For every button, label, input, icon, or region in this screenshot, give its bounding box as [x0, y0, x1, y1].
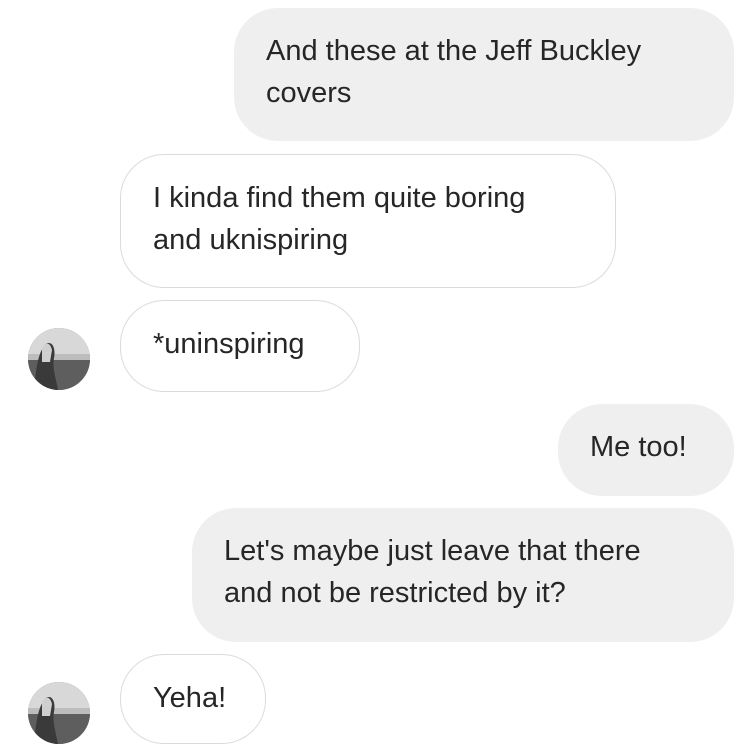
message-text: *uninspiring	[153, 328, 305, 360]
message-bubble-incoming[interactable]: *uninspiring	[120, 300, 360, 392]
message-text: And these at the Jeff Buckley	[266, 35, 642, 67]
message-text: covers	[266, 77, 352, 109]
message-text: and not be restricted by it?	[224, 577, 566, 609]
message-bubble-outgoing[interactable]: And these at the Jeff Buckley covers	[234, 8, 734, 141]
message-text: Let's maybe just leave that there	[224, 535, 641, 567]
message-bubble-outgoing[interactable]: Let's maybe just leave that there and no…	[192, 508, 734, 642]
message-bubble-outgoing[interactable]: Me too!	[558, 404, 734, 496]
contact-avatar[interactable]	[28, 328, 90, 390]
message-bubble-incoming[interactable]: I kinda find them quite boring and uknis…	[120, 154, 616, 288]
message-text: Yeha!	[153, 682, 227, 714]
message-bubble-incoming[interactable]: Yeha!	[120, 654, 266, 744]
profile-photo-icon	[28, 328, 90, 390]
contact-avatar[interactable]	[28, 682, 90, 744]
message-text: and uknispiring	[153, 224, 349, 256]
message-text: Me too!	[590, 431, 687, 463]
message-text: I kinda find them quite boring	[153, 182, 526, 214]
profile-photo-icon	[28, 682, 90, 744]
